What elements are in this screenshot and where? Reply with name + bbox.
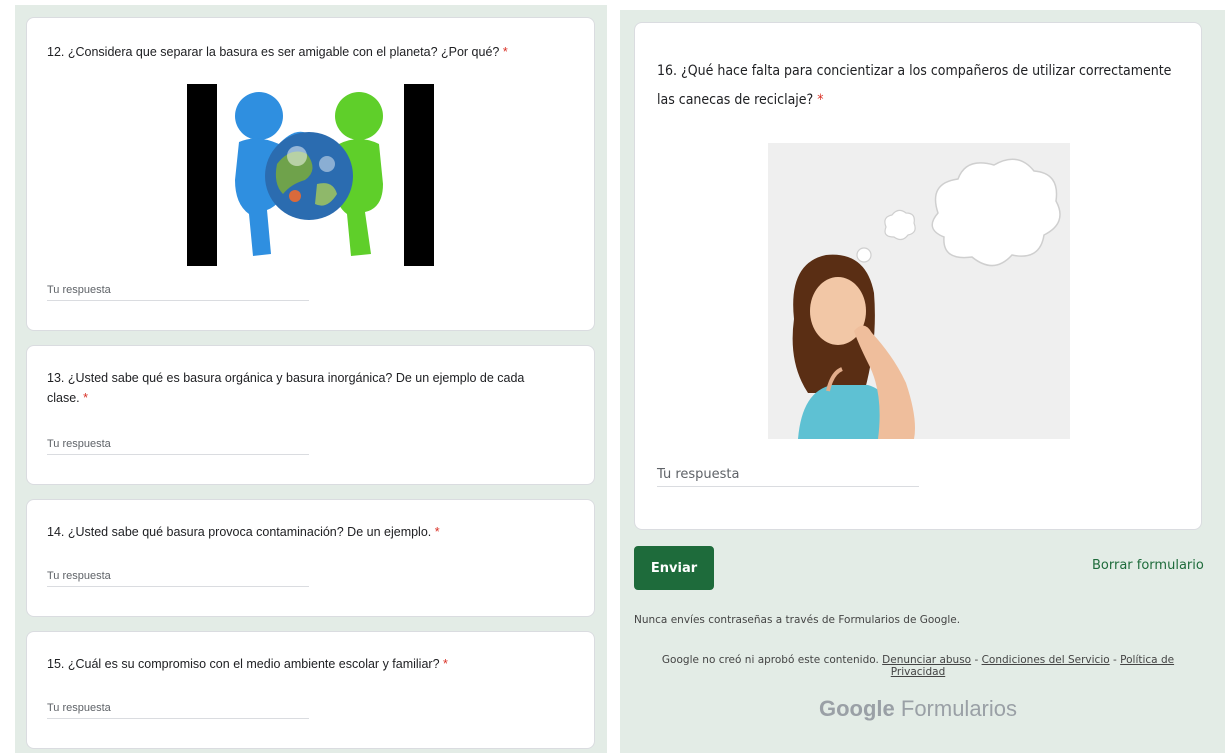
required-asterisk: * xyxy=(817,92,824,108)
footer-disclaimer: Google no creó ni aprobó este contenido.… xyxy=(634,654,1202,678)
required-asterisk: * xyxy=(83,391,89,405)
question-image-thinking-girl xyxy=(768,143,1070,439)
answer-input-13[interactable]: Tu respuesta xyxy=(47,438,309,455)
question-text: 15. ¿Cuál es su compromiso con el medio … xyxy=(47,657,440,671)
answer-input-15[interactable]: Tu respuesta xyxy=(47,702,309,719)
question-card-15: 15. ¿Cuál es su compromiso con el medio … xyxy=(26,631,595,749)
question-title-13: 13. ¿Usted sabe qué es basura orgánica y… xyxy=(47,368,557,408)
question-title-15: 15. ¿Cuál es su compromiso con el medio … xyxy=(47,654,587,674)
terms-link[interactable]: Condiciones del Servicio xyxy=(982,654,1110,666)
answer-input-12[interactable]: Tu respuesta xyxy=(47,284,309,301)
answer-input-16[interactable]: Tu respuesta xyxy=(657,467,919,487)
question-card-13: 13. ¿Usted sabe qué es basura orgánica y… xyxy=(26,345,595,485)
brand-google: Google xyxy=(818,696,895,721)
question-title-14: 14. ¿Usted sabe qué basura provoca conta… xyxy=(47,522,587,542)
google-forms-logo: Google Formularios xyxy=(634,696,1202,722)
question-title-12: 12. ¿Considera que separar la basura es … xyxy=(47,42,587,62)
required-asterisk: * xyxy=(443,657,448,671)
clear-form-link[interactable]: Borrar formulario xyxy=(1092,558,1204,573)
submit-button[interactable]: Enviar xyxy=(634,546,714,590)
required-asterisk: * xyxy=(502,45,508,59)
question-card-12: 12. ¿Considera que separar la basura es … xyxy=(26,17,595,331)
question-title-16: 16. ¿Qué hace falta para concientizar a … xyxy=(657,57,1187,115)
report-abuse-link[interactable]: Denunciar abuso xyxy=(882,654,971,666)
disclaimer-text: Google no creó ni aprobó este contenido. xyxy=(661,654,879,666)
separator: - xyxy=(971,654,982,666)
brand-forms: Formularios xyxy=(900,696,1018,721)
question-text: 14. ¿Usted sabe qué basura provoca conta… xyxy=(47,525,432,539)
question-text: 12. ¿Considera que separar la basura es … xyxy=(47,45,500,59)
separator: - xyxy=(1109,654,1121,666)
password-warning: Nunca envíes contraseñas a través de For… xyxy=(634,614,961,626)
question-text: 13. ¿Usted sabe qué es basura orgánica y… xyxy=(47,371,525,405)
question-card-16: 16. ¿Qué hace falta para concientizar a … xyxy=(634,22,1202,530)
answer-input-14[interactable]: Tu respuesta xyxy=(47,570,309,587)
question-text: 16. ¿Qué hace falta para concientizar a … xyxy=(657,63,1172,108)
question-card-14: 14. ¿Usted sabe qué basura provoca conta… xyxy=(26,499,595,617)
question-image-earth-figures xyxy=(187,84,434,266)
required-asterisk: * xyxy=(434,525,440,539)
